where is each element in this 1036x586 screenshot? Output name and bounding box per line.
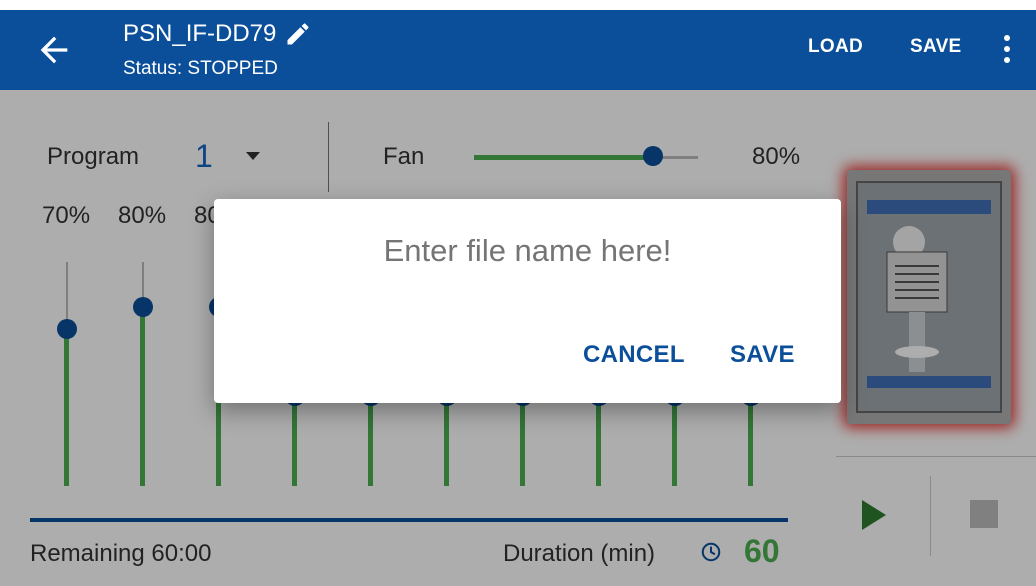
save-button[interactable]: SAVE <box>910 36 962 58</box>
device-title: PSN_IF-DD79 <box>123 20 277 47</box>
more-vert-icon[interactable] <box>1002 32 1012 68</box>
app-bar: PSN_IF-DD79 Status: STOPPED LOAD SAVE <box>0 10 1036 90</box>
save-file-dialog: CANCEL SAVE <box>214 199 841 403</box>
file-name-input[interactable] <box>214 233 841 269</box>
status-text: Status: STOPPED <box>123 58 278 79</box>
pencil-icon[interactable] <box>284 20 312 48</box>
load-button[interactable]: LOAD <box>808 36 863 58</box>
back-arrow-icon[interactable] <box>34 30 74 70</box>
cancel-button[interactable]: CANCEL <box>583 341 685 369</box>
dialog-save-button[interactable]: SAVE <box>730 341 795 369</box>
